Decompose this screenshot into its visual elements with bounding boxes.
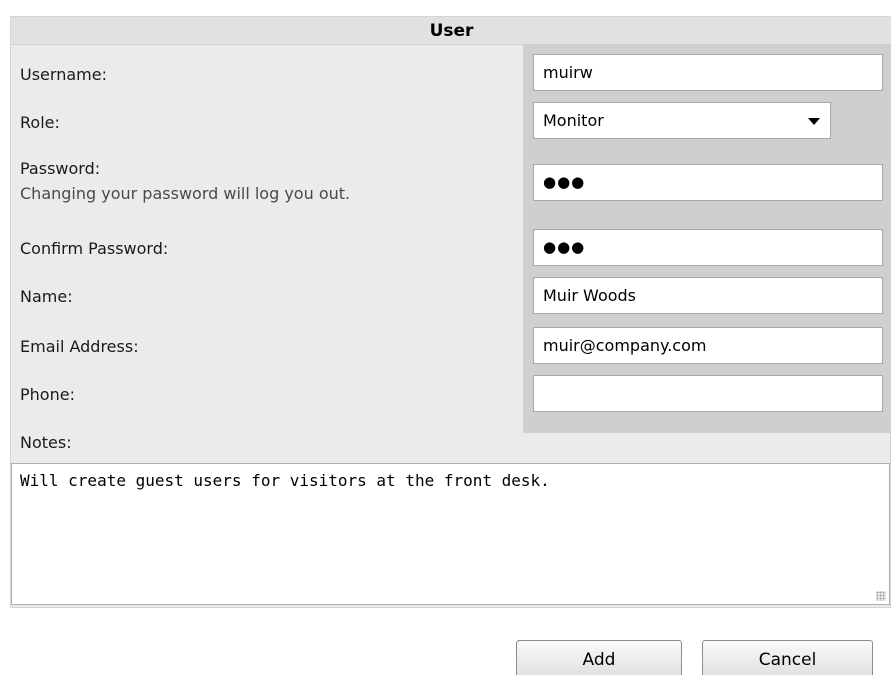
panel-title: User	[11, 17, 891, 45]
password-label: Password:	[20, 159, 101, 178]
role-label: Role:	[20, 113, 60, 132]
password-input[interactable]: ●●●	[533, 164, 883, 201]
user-form-panel: User Username: muirw Role: Monitor Passw…	[10, 16, 891, 608]
email-label: Email Address:	[20, 337, 139, 356]
password-hint: Changing your password will log you out.	[20, 184, 351, 203]
confirm-password-label: Confirm Password:	[20, 239, 169, 258]
chevron-down-icon[interactable]	[808, 118, 820, 125]
notes-text: Will create guest users for visitors at …	[20, 471, 550, 490]
username-input[interactable]: muirw	[533, 54, 883, 91]
username-label: Username:	[20, 65, 107, 84]
resize-grip-icon[interactable]	[876, 591, 886, 601]
confirm-password-input[interactable]: ●●●	[533, 229, 883, 266]
name-label: Name:	[20, 287, 73, 306]
phone-label: Phone:	[20, 385, 75, 404]
name-input[interactable]: Muir Woods	[533, 277, 883, 314]
email-input[interactable]: muir@company.com	[533, 327, 883, 364]
role-select[interactable]: Monitor	[533, 102, 831, 139]
notes-label: Notes:	[20, 433, 72, 452]
cancel-button[interactable]: Cancel	[702, 640, 873, 675]
role-select-value: Monitor	[543, 111, 604, 130]
phone-input[interactable]	[533, 375, 883, 412]
notes-textarea[interactable]: Will create guest users for visitors at …	[11, 463, 890, 605]
add-button[interactable]: Add	[516, 640, 682, 675]
